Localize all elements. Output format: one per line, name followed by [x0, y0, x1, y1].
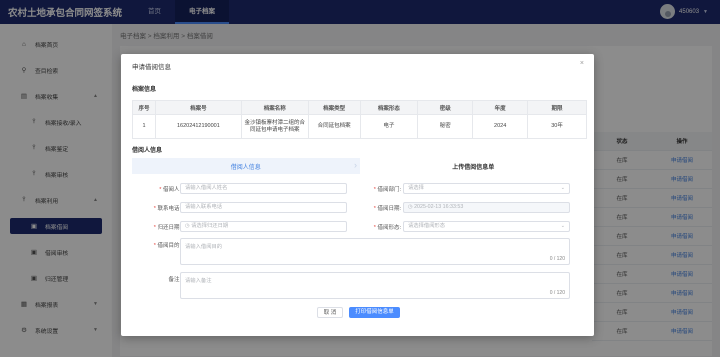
- return-date-placeholder: 请选择归还日期: [191, 223, 229, 229]
- department-select[interactable]: 请选择 ⌄: [403, 183, 570, 194]
- secret-level-cell: 秘密: [417, 114, 474, 139]
- close-icon[interactable]: ×: [580, 60, 584, 67]
- borrow-date-value: 2025-02-13 16:33:53: [414, 204, 464, 210]
- archive-number-cell: 16202412190001: [154, 114, 242, 139]
- column-header: 档案名称: [240, 100, 309, 115]
- step-indicator: 借阅人信息 上传借阅信息单 ›: [132, 158, 587, 174]
- archive-type-cell: 合同延包档案: [307, 114, 361, 139]
- borrow-form-select[interactable]: 请选择借阅形态 ⌄: [403, 221, 570, 232]
- step-borrower-info[interactable]: 借阅人信息: [132, 158, 360, 174]
- column-header: 档案形态: [359, 100, 419, 115]
- dialog-title: 申请借阅信息: [132, 64, 171, 71]
- archive-form-cell: 电子: [359, 114, 419, 139]
- table-row: 1 16202412190001 金沙镇板寨村潭二组的合同延包申请电子档案 合同…: [132, 114, 587, 139]
- borrower-input[interactable]: 请输入借阅人姓名: [180, 183, 347, 194]
- column-header: 期限: [527, 100, 587, 115]
- remark-textarea[interactable]: 请输入备注 0 / 120: [180, 272, 570, 299]
- borrow-date-label-text: 借阅日期:: [377, 206, 401, 212]
- return-date-picker[interactable]: ◷ 请选择归还日期: [180, 221, 347, 232]
- archive-info-table: 序号 档案号 档案名称 档案类型 档案形态 密级 年度 期限 1 1620241…: [132, 100, 587, 139]
- phone-label-text: 联系电话:: [157, 206, 181, 212]
- borrow-form-label: * 借阅形态:: [373, 225, 401, 231]
- chevron-down-icon: ⌄: [560, 185, 565, 191]
- borrow-date-label: * 借阅日期:: [373, 206, 401, 212]
- archive-name-cell: 金沙镇板寨村潭二组的合同延包申请电子档案: [240, 114, 309, 139]
- purpose-label-text: 借阅目的:: [157, 243, 181, 249]
- remark-label: 备注:: [168, 277, 181, 283]
- chevron-right-icon: ›: [354, 160, 357, 170]
- index-cell: 1: [132, 114, 156, 139]
- step-upload-form[interactable]: 上传借阅信息单: [359, 158, 587, 174]
- column-header: 年度: [472, 100, 529, 115]
- remark-placeholder: 请输入备注: [185, 278, 212, 284]
- borrow-request-dialog: 申请借阅信息 × 档案信息 序号 档案号 档案名称 档案类型 档案形态 密级 年…: [121, 54, 594, 336]
- remark-char-count: 0 / 120: [549, 290, 565, 296]
- term-cell: 30年: [527, 114, 587, 139]
- borrow-form-label-text: 借阅形态:: [377, 225, 401, 231]
- column-header: 序号: [132, 100, 156, 115]
- borrower-info-title: 借阅人信息: [132, 148, 163, 154]
- purpose-textarea[interactable]: 请输入借阅目的 0 / 120: [180, 238, 570, 265]
- column-header: 档案类型: [307, 100, 361, 115]
- cancel-button[interactable]: 取 消: [317, 307, 343, 318]
- purpose-char-count: 0 / 120: [549, 256, 565, 262]
- return-date-label: * 归还日期:: [153, 225, 181, 231]
- column-header: 档案号: [154, 100, 242, 115]
- column-header: 密级: [417, 100, 474, 115]
- borrower-label: * 借阅人:: [159, 187, 181, 193]
- borrower-label-text: 借阅人:: [162, 187, 181, 193]
- borrow-date-input: ◷ 2025-02-13 16:33:53: [403, 202, 570, 213]
- phone-label: * 联系电话:: [153, 206, 181, 212]
- department-placeholder: 请选择: [408, 185, 424, 191]
- borrow-form-placeholder: 请选择借阅形态: [408, 223, 446, 229]
- phone-input[interactable]: 请输入联系电话: [180, 202, 347, 213]
- archive-info-title: 档案信息: [132, 87, 157, 93]
- clock-icon: ◷: [185, 223, 190, 229]
- print-borrow-form-button[interactable]: 打印借阅信息单: [349, 307, 400, 318]
- purpose-label: * 借阅目的:: [153, 243, 181, 249]
- year-cell: 2024: [472, 114, 529, 139]
- return-date-label-text: 归还日期:: [157, 225, 181, 231]
- purpose-placeholder: 请输入借阅目的: [185, 244, 223, 250]
- table-header: 序号 档案号 档案名称 档案类型 档案形态 密级 年度 期限: [132, 100, 587, 115]
- department-label-text: 借阅部门:: [377, 187, 401, 193]
- clock-icon: ◷: [408, 204, 413, 210]
- chevron-down-icon: ⌄: [560, 223, 565, 229]
- department-label: * 借阅部门:: [373, 187, 401, 193]
